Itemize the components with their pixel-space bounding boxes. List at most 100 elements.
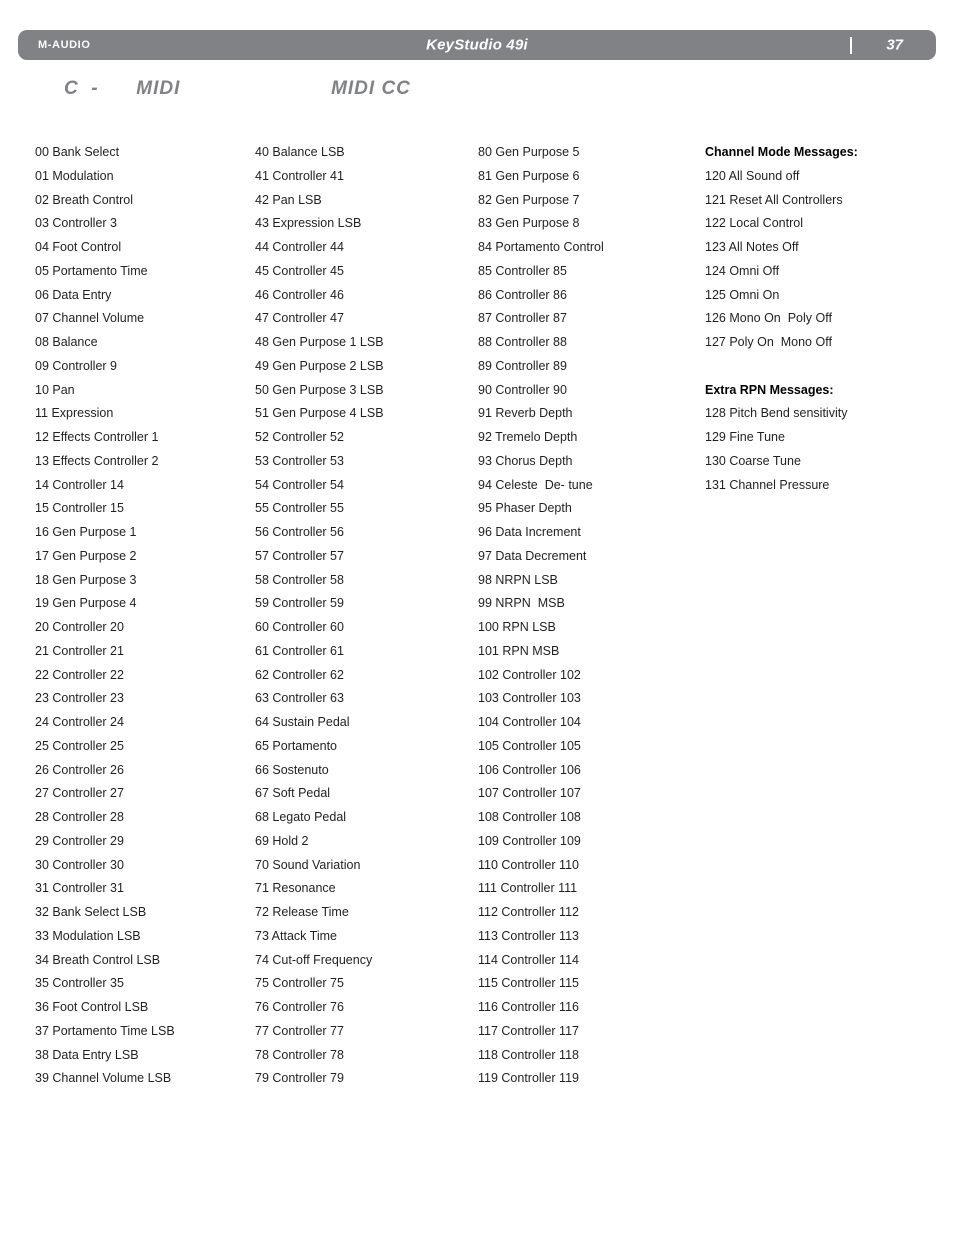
list-item: 65 Portamento	[255, 738, 337, 753]
list-item: 40 Balance LSB	[255, 145, 345, 159]
list-item: 117 Controller 117	[478, 1023, 579, 1038]
midi-cc-list: 00 Bank Select 01 Modulation 02 Breath Con…	[0, 0, 954, 1235]
list-item: 25 Controller 25	[35, 738, 124, 753]
list-item: 128 Pitch Bend sensitivity	[705, 406, 848, 421]
list-item: 84 Portamento Control	[478, 240, 604, 254]
list-item: 85 Controller 85	[478, 263, 567, 278]
midi-cc-column-3: 80 Gen Purpose 5 81 Gen Purpose 6 82 Gen P…	[478, 141, 698, 1091]
list-item: 130 Coarse Tune	[705, 453, 801, 468]
list-item: 82 Gen Purpose 7	[478, 192, 580, 207]
list-item: 103 Controller 103	[478, 691, 581, 706]
list-item: 58 Controller 58	[255, 572, 344, 587]
list-item: 43 Expression LSB	[255, 216, 362, 231]
list-item: 53 Controller 53	[255, 453, 344, 468]
list-item: 96 Data Increment	[478, 525, 581, 539]
list-item: 115 Controller 115	[478, 976, 579, 991]
list-item: 66 Sostenuto	[255, 762, 329, 777]
list-item: 112 Controller 112	[478, 905, 579, 919]
list-item: 125 Omni On	[705, 287, 780, 302]
list-item: 104 Controller 104	[478, 715, 581, 729]
list-item: 45 Controller 45	[255, 263, 344, 278]
list-item: 56 Controller 56	[255, 525, 344, 539]
list-item: 33 Modulation LSB	[35, 928, 141, 943]
list-item: 97 Data Decrement	[478, 548, 587, 563]
list-item: 111 Controller 111	[478, 881, 578, 896]
list-item: 63 Controller 63	[255, 691, 344, 706]
list-item: 39 Channel Volume LSB	[35, 1071, 172, 1086]
list-item: 30 Controller 30	[35, 857, 124, 872]
list-group-heading: Channel Mode Messages:	[705, 145, 858, 159]
list-item: 55 Controller 55	[255, 501, 344, 516]
list-item: 17 Gen Purpose 2	[35, 548, 137, 563]
list-item: 16 Gen Purpose 1	[35, 525, 137, 539]
list-item: 22 Controller 22	[35, 667, 124, 682]
list-item: 26 Controller 26	[35, 762, 124, 777]
list-item: 52 Controller 52	[255, 430, 344, 444]
list-item: 41 Controller 41	[255, 168, 344, 183]
list-item: 101 RPN MSB	[478, 643, 560, 658]
list-item: 00 Bank Select	[35, 145, 120, 159]
list-item: 13 Effects Controller 2	[35, 453, 159, 468]
list-item: 71 Resonance	[255, 881, 336, 896]
list-item: 94 Celeste De- tune	[478, 477, 593, 492]
list-item: 37 Portamento Time LSB	[35, 1023, 175, 1038]
list-item: 20 Controller 20	[35, 620, 124, 634]
list-item: 122 Local Control	[705, 216, 803, 231]
midi-cc-column-1: 00 Bank Select 01 Modulation 02 Breath Con…	[35, 141, 250, 1091]
list-item: 114 Controller 114	[478, 952, 579, 967]
list-item: 68 Legato Pedal	[255, 810, 347, 824]
list-item: 106 Controller 106	[478, 762, 581, 777]
list-item: 119 Controller 119	[478, 1071, 579, 1086]
list-item: 35 Controller 35	[35, 976, 124, 991]
list-item: 21 Controller 21	[35, 643, 124, 658]
list-item: 10 Pan	[35, 382, 75, 397]
list-item: 120 All Sound off	[705, 168, 800, 183]
list-item: 83 Gen Purpose 8	[478, 216, 580, 231]
list-item: 44 Controller 44	[255, 240, 344, 254]
list-item: 36 Foot Control LSB	[35, 1000, 149, 1014]
list-item: 24 Controller 24	[35, 715, 124, 729]
list-item: 34 Breath Control LSB	[35, 952, 161, 967]
list-item: 124 Omni Off	[705, 263, 780, 278]
list-item: 121 Reset All Controllers	[705, 192, 843, 207]
list-item: 47 Controller 47	[255, 311, 344, 326]
list-item: 95 Phaser Depth	[478, 501, 572, 516]
list-item: 113 Controller 113	[478, 928, 579, 943]
list-item: 50 Gen Purpose 3 LSB	[255, 382, 384, 397]
list-item: 79 Controller 79	[255, 1071, 344, 1086]
list-item: 86 Controller 86	[478, 287, 567, 302]
list-item: 54 Controller 54	[255, 477, 344, 492]
list-item: 49 Gen Purpose 2 LSB	[255, 358, 384, 373]
midi-cc-column-4: Channel Mode Messages: 120 All Sound off 1…	[705, 141, 940, 497]
list-item: 01 Modulation	[35, 168, 114, 183]
list-item: 74 Cut-off Frequency	[255, 952, 373, 967]
list-item: 18 Gen Purpose 3	[35, 572, 137, 587]
list-item: 80 Gen Purpose 5	[478, 145, 580, 159]
list-item: 03 Controller 3	[35, 216, 117, 231]
list-item: 46 Controller 46	[255, 287, 344, 302]
list-item: 90 Controller 90	[478, 382, 567, 397]
list-item: 127 Poly On Mono Off	[705, 335, 832, 349]
list-item: 05 Portamento Time	[35, 263, 148, 278]
list-item: 06 Data Entry	[35, 287, 112, 302]
list-item: 89 Controller 89	[478, 358, 567, 373]
list-item: 118 Controller 118	[478, 1047, 579, 1062]
list-item: 60 Controller 60	[255, 620, 344, 634]
list-item: 126 Mono On Poly Off	[705, 311, 832, 326]
list-item: 23 Controller 23	[35, 691, 124, 706]
list-item: 99 NRPN MSB	[478, 596, 565, 611]
list-item: 88 Controller 88	[478, 335, 567, 349]
list-item: 08 Balance	[35, 335, 98, 349]
list-item: 19 Gen Purpose 4	[35, 596, 137, 611]
list-item: 109 Controller 109	[478, 833, 581, 848]
list-item: 09 Controller 9	[35, 358, 117, 373]
list-item: 129 Fine Tune	[705, 430, 785, 444]
list-item: 27 Controller 27	[35, 786, 124, 801]
list-item: 69 Hold 2	[255, 833, 309, 848]
list-item: 75 Controller 75	[255, 976, 344, 991]
list-item: 102 Controller 102	[478, 667, 581, 682]
list-item: 107 Controller 107	[478, 786, 581, 801]
list-item: 67 Soft Pedal	[255, 786, 331, 801]
list-item: 73 Attack Time	[255, 928, 337, 943]
list-group-heading: Extra RPN Messages:	[705, 382, 834, 397]
